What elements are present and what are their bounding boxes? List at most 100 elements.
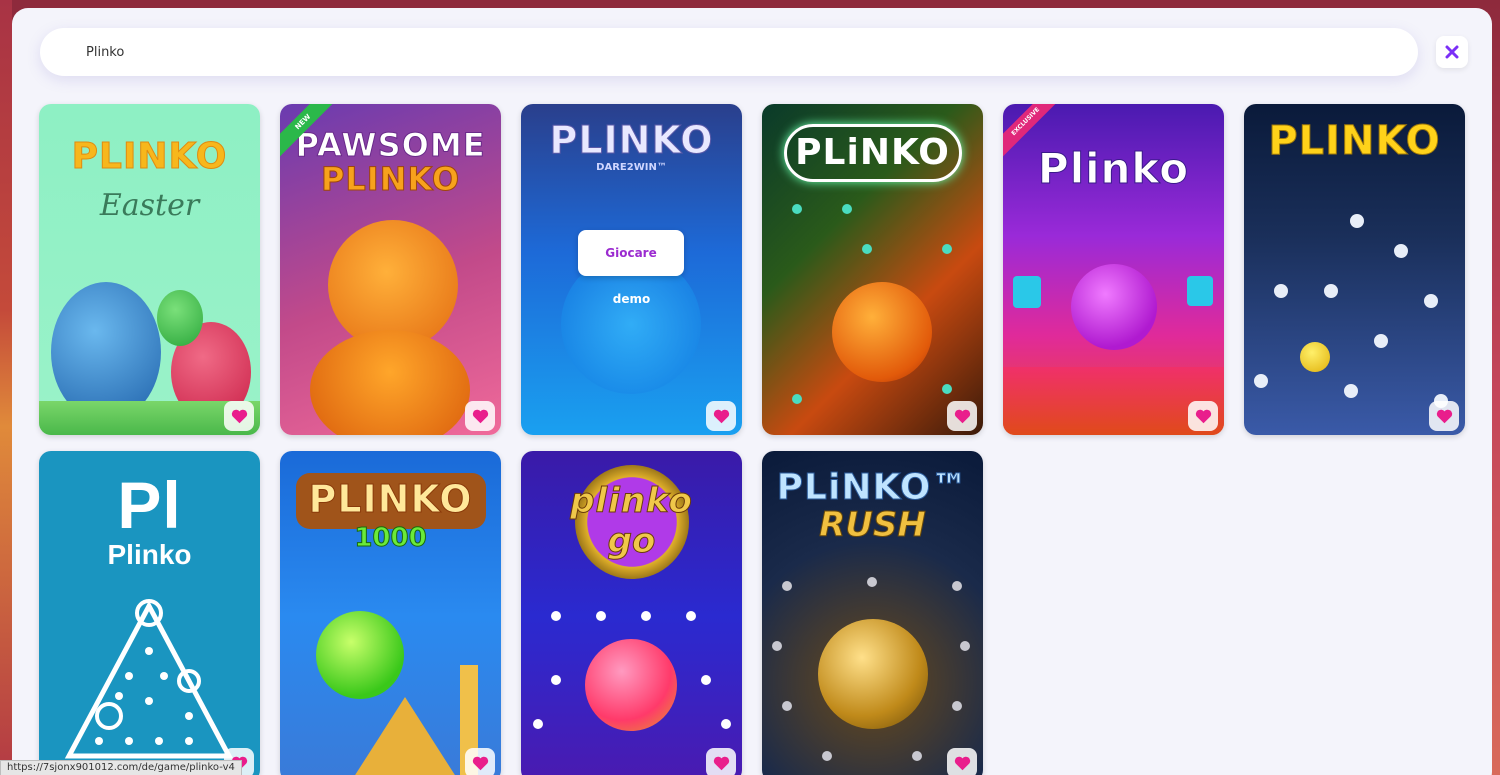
favorite-button[interactable]: [706, 748, 736, 775]
favorite-button[interactable]: [1429, 401, 1459, 431]
peg: [686, 611, 696, 621]
game-card-plinko-exclusive[interactable]: Plinko EXCLUSIVE: [1003, 104, 1224, 435]
game-thumbnail: PLiNKO™ RUSH: [762, 451, 983, 775]
peg: [1254, 374, 1268, 388]
game-subtitle: RUSH: [819, 505, 927, 546]
heart-icon: [472, 756, 488, 770]
peg: [960, 641, 970, 651]
peg: [701, 675, 711, 685]
game-thumbnail: PAWSOME PLINKO: [280, 104, 501, 435]
game-card-plinko-easter[interactable]: PLINKO Easter: [39, 104, 260, 435]
game-title: PLiNKO: [795, 132, 950, 173]
peg: [1374, 334, 1388, 348]
peg: [1394, 244, 1408, 258]
game-thumbnail: Pl Plinko: [39, 451, 260, 775]
peg: [862, 244, 872, 254]
favorite-button[interactable]: [465, 401, 495, 431]
favorite-button[interactable]: [465, 748, 495, 775]
peg: [1274, 284, 1288, 298]
game-subtitle: DARE2WIN™: [596, 162, 667, 173]
pyramid: [350, 697, 460, 775]
game-card-plinko-yellow[interactable]: PLINKO: [1244, 104, 1465, 435]
peg: [1350, 214, 1364, 228]
heart-icon: [954, 409, 970, 423]
close-search-button[interactable]: [1436, 36, 1468, 68]
game-card-plinko-neon[interactable]: PLiNKO: [762, 104, 983, 435]
peg: [912, 751, 922, 761]
game-subtitle: go: [607, 521, 656, 562]
game-card-plinko-1000[interactable]: PLINKO 1000: [280, 451, 501, 775]
favorite-button[interactable]: [947, 401, 977, 431]
yellow-ball: [1300, 342, 1330, 372]
peg: [1324, 284, 1338, 298]
peg: [782, 701, 792, 711]
game-card-plinko-dare2win[interactable]: PLINKO DARE2WIN™ Giocare demo: [521, 104, 742, 435]
peg: [867, 577, 877, 587]
search-bar[interactable]: [40, 28, 1418, 76]
game-card-plinko-go[interactable]: plinko go: [521, 451, 742, 775]
heart-icon: [472, 409, 488, 423]
peg: [822, 751, 832, 761]
game-title: PLINKO: [308, 477, 473, 522]
game-title: PAWSOME: [295, 126, 486, 165]
heart-icon: [954, 756, 970, 770]
game-card-pawsome-plinko[interactable]: PAWSOME PLINKO NEW: [280, 104, 501, 435]
purple-ball: [1071, 264, 1157, 350]
heart-icon: [713, 409, 729, 423]
peg: [721, 719, 731, 729]
orange-ball: [832, 282, 932, 382]
game-card-plinko-pl[interactable]: Pl Plinko: [39, 451, 260, 775]
heart-icon: [1436, 409, 1452, 423]
game-thumbnail: Plinko: [1003, 104, 1224, 435]
close-x-icon: [1445, 45, 1459, 59]
game-card-plinko-rush[interactable]: PLiNKO™ RUSH: [762, 451, 983, 775]
peg: [1424, 294, 1438, 308]
game-title: plinko: [570, 481, 693, 522]
heart-icon: [713, 756, 729, 770]
heart-icon: [1195, 409, 1211, 423]
demo-link[interactable]: demo: [521, 292, 742, 306]
game-thumbnail: plinko go: [521, 451, 742, 775]
favorite-button[interactable]: [224, 401, 254, 431]
page-background-left: [0, 0, 12, 775]
search-results-panel: PLINKO Easter PAWSOME PLINKO NEW: [12, 8, 1492, 775]
peg: [533, 719, 543, 729]
game-subtitle: Easter: [99, 188, 200, 223]
game-title: PLINKO: [1268, 118, 1441, 165]
peg: [792, 394, 802, 404]
game-thumbnail: PLINKO 1000: [280, 451, 501, 775]
play-button[interactable]: Giocare: [578, 230, 684, 276]
game-title-line2: PLINKO: [320, 160, 461, 199]
game-title: PLINKO: [549, 118, 714, 163]
cat-body: [310, 330, 470, 435]
game-title: Plinko: [1037, 144, 1190, 194]
favorite-button[interactable]: [1188, 401, 1218, 431]
green-ball: [316, 611, 404, 699]
game-thumbnail: PLINKO Easter: [39, 104, 260, 435]
pink-ball: [585, 639, 677, 731]
peg: [952, 581, 962, 591]
status-bar-url: https://7sjonx901012.com/de/game/plinko-…: [0, 760, 242, 775]
peg: [772, 641, 782, 651]
easter-egg-green: [157, 290, 203, 346]
heart-icon: [231, 409, 247, 423]
peg: [596, 611, 606, 621]
peg: [641, 611, 651, 621]
triangle-pegs-graphic: [64, 599, 234, 759]
search-input[interactable]: [86, 44, 1418, 60]
game-thumbnail: PLiNKO: [762, 104, 983, 435]
peg: [551, 611, 561, 621]
gold-ball: [818, 619, 928, 729]
peg: [842, 204, 852, 214]
peg: [1344, 384, 1358, 398]
peg: [792, 204, 802, 214]
game-title: Pl: [117, 468, 182, 542]
cylinder-peg: [1187, 276, 1213, 306]
favorite-button[interactable]: [947, 748, 977, 775]
peg: [942, 244, 952, 254]
game-title: PLiNKO™: [776, 467, 969, 509]
game-results-grid: PLINKO Easter PAWSOME PLINKO NEW PLINKO …: [39, 104, 1465, 775]
game-thumbnail: PLINKO: [1244, 104, 1465, 435]
peg: [942, 384, 952, 394]
favorite-button[interactable]: [706, 401, 736, 431]
